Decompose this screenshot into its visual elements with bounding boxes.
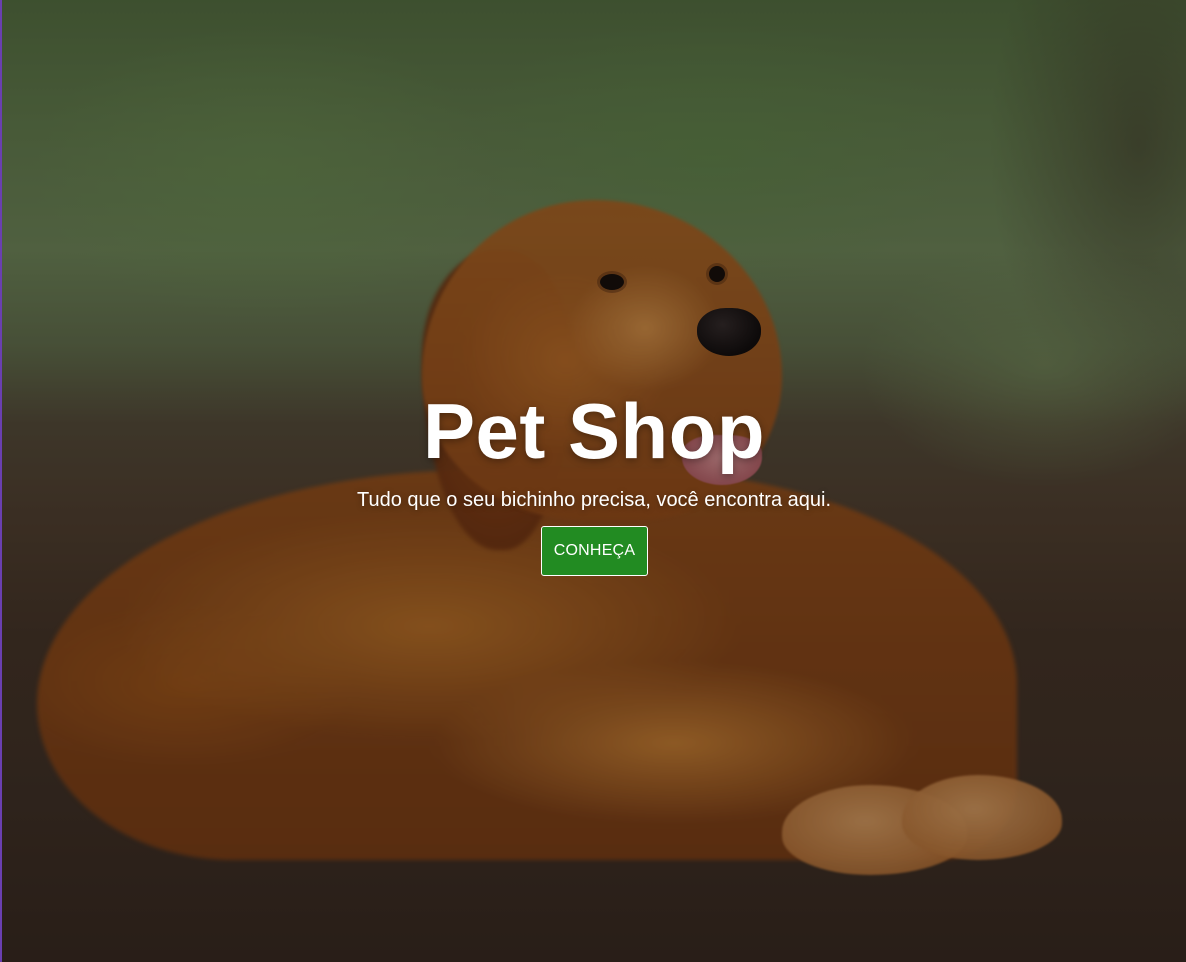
hero-section: Pet Shop Tudo que o seu bichinho precisa… — [0, 0, 1186, 962]
conheca-button[interactable]: CONHEÇA — [541, 526, 648, 576]
hero-dark-overlay — [2, 0, 1186, 962]
